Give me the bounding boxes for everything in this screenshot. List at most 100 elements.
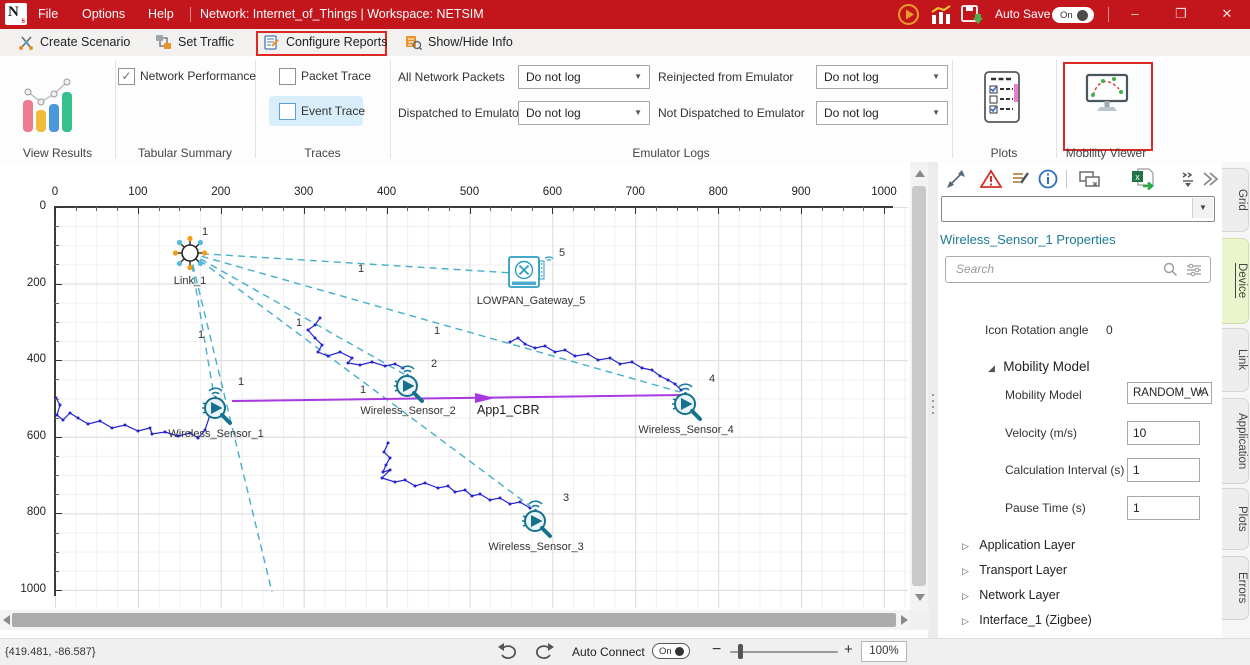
device-number: 4 <box>709 373 715 385</box>
y-axis-tick-label: 0 <box>8 200 46 212</box>
menu-help[interactable]: Help <box>148 0 174 29</box>
device-label: Wireless_Sensor_2 <box>343 405 473 417</box>
run-simulation-icon[interactable] <box>897 3 920 26</box>
zoom-in-button[interactable]: + <box>844 641 853 658</box>
log-dispatched-dropdown[interactable]: Do not log▼ <box>518 101 650 125</box>
zoom-slider-track[interactable] <box>730 651 838 653</box>
log-not-dispatched-dropdown[interactable]: Do not log▼ <box>816 101 948 125</box>
mobility-viewer-button[interactable]: Mobility Viewer <box>1056 146 1156 160</box>
mobility-trace <box>510 338 681 390</box>
search-icon[interactable] <box>1163 262 1178 277</box>
maximize-button[interactable]: ❐ <box>1168 4 1194 24</box>
minimize-button[interactable]: – <box>1122 4 1148 24</box>
mobility-viewer-icon[interactable] <box>1084 72 1130 118</box>
log-all-network-packets-dropdown[interactable]: Do not log▼ <box>518 65 650 89</box>
results-chart-icon[interactable] <box>929 5 953 25</box>
auto-save-toggle[interactable]: On <box>1052 7 1094 23</box>
menu-file[interactable]: File <box>38 0 58 29</box>
dropdown-value: Do not log <box>824 106 879 120</box>
tab-link[interactable]: Link <box>1222 328 1249 392</box>
device-Wireless_Sensor_4[interactable] <box>662 378 710 422</box>
calculation-interval-input[interactable] <box>1127 458 1200 482</box>
zoom-level[interactable]: 100% <box>861 641 907 662</box>
mobility-model-group[interactable]: ◢ Mobility Model <box>988 359 1090 374</box>
event-trace-checkbox[interactable] <box>279 103 296 120</box>
collapsed-arrow-icon: ▷ <box>962 591 969 601</box>
collapse-panel-chevron-icon[interactable] <box>1200 168 1220 190</box>
device-selector-dropdown[interactable]: ▼ <box>941 196 1215 222</box>
traces-section-label: Traces <box>255 146 390 160</box>
tab-errors[interactable]: Errors <box>1222 556 1249 620</box>
tab-grid[interactable]: Grid <box>1222 168 1249 232</box>
network-workspace-label: Network: Internet_of_Things | Workspace:… <box>200 0 484 29</box>
tab-application[interactable]: Application <box>1222 398 1249 484</box>
scroll-down-arrow[interactable] <box>915 594 925 601</box>
network-layer-section[interactable]: ▷ Network Layer <box>962 588 1060 602</box>
scroll-up-arrow[interactable] <box>915 170 925 177</box>
canvas-vertical-scrollbar[interactable] <box>910 162 928 610</box>
expand-panel-icon[interactable] <box>946 168 966 190</box>
wireless-sensor-icon <box>192 382 240 426</box>
wireless-link[interactable] <box>190 253 404 374</box>
mobility-model-dropdown[interactable]: RANDOM_WA▼ <box>1127 382 1212 404</box>
x-axis-tick-label: 1000 <box>868 186 900 198</box>
configure-reports-button[interactable]: Configure Reports <box>286 35 387 49</box>
tabular-summary-section-label: Tabular Summary <box>115 146 255 160</box>
set-traffic-button[interactable]: Set Traffic <box>178 35 234 49</box>
x-axis-tick-label: 700 <box>619 186 651 198</box>
wireless-link[interactable] <box>190 253 680 392</box>
plots-button[interactable]: Plots <box>952 146 1056 160</box>
transport-layer-section[interactable]: ▷ Transport Layer <box>962 563 1067 577</box>
close-button[interactable]: ✕ <box>1214 4 1240 24</box>
show-hide-info-button[interactable]: Show/Hide Info <box>428 35 513 49</box>
application-flow-line[interactable] <box>232 395 684 401</box>
network-performance-checkbox[interactable]: ✓ <box>118 68 135 85</box>
scroll-left-arrow[interactable] <box>3 615 10 625</box>
emulator-logs-section-label: Emulator Logs <box>390 146 952 160</box>
save-icon[interactable] <box>960 4 984 26</box>
tab-plots[interactable]: Plots <box>1222 488 1249 550</box>
excel-export-icon[interactable]: x <box>1130 168 1156 190</box>
log-reinjected-dropdown[interactable]: Do not log▼ <box>816 65 948 89</box>
log-not-dispatched-label: Not Dispatched to Emulator <box>658 106 805 120</box>
undo-icon[interactable] <box>497 642 519 662</box>
pause-time-input[interactable] <box>1127 496 1200 520</box>
create-scenario-button[interactable]: Create Scenario <box>40 35 130 49</box>
vertical-scroll-thumb[interactable] <box>912 186 926 586</box>
titlebar-divider <box>190 7 191 22</box>
panel-splitter[interactable] <box>928 162 938 638</box>
device-Wireless_Sensor_1[interactable] <box>192 382 240 426</box>
zoom-out-button[interactable]: − <box>712 641 721 659</box>
y-axis-tick-label: 200 <box>8 277 46 289</box>
horizontal-scroll-thumb[interactable] <box>12 613 896 627</box>
menu-options[interactable]: Options <box>82 0 125 29</box>
interface-zigbee-section[interactable]: ▷ Interface_1 (Zigbee) <box>962 613 1092 627</box>
auto-connect-toggle[interactable]: On <box>652 643 690 659</box>
velocity-input[interactable] <box>1127 421 1200 445</box>
network-canvas[interactable]: 11111App1_CBR 01002003004005006007008009… <box>0 162 930 610</box>
device-Wireless_Sensor_2[interactable] <box>384 360 432 404</box>
scroll-right-arrow[interactable] <box>901 615 908 625</box>
device-number: 1 <box>202 226 208 238</box>
canvas-horizontal-scrollbar[interactable] <box>0 610 910 630</box>
cascade-windows-icon[interactable] <box>1078 168 1102 190</box>
mobility-trace <box>382 443 530 508</box>
pin-panel-icon[interactable] <box>1180 168 1196 190</box>
filter-options-icon[interactable] <box>1186 262 1202 277</box>
pause-time-label: Pause Time (s) <box>1005 501 1086 515</box>
netsim-logo-icon: N s <box>5 3 27 25</box>
application-layer-section[interactable]: ▷ Application Layer <box>962 538 1075 552</box>
edit-notes-icon[interactable] <box>1010 168 1030 190</box>
link-id-label: 1 <box>358 263 364 275</box>
zoom-slider-thumb[interactable] <box>738 644 743 659</box>
packet-trace-checkbox[interactable] <box>279 68 296 85</box>
device-LOWPAN_Gateway_5[interactable] <box>507 251 555 295</box>
redo-icon[interactable] <box>533 642 555 662</box>
warning-icon[interactable] <box>980 168 1002 190</box>
tab-device[interactable]: Device <box>1222 238 1249 324</box>
info-icon[interactable] <box>1038 168 1058 190</box>
wireless-link[interactable] <box>190 253 513 273</box>
search-input[interactable] <box>954 257 1158 281</box>
view-results-button[interactable]: View Results <box>0 146 115 160</box>
device-Wireless_Sensor_3[interactable] <box>512 495 560 539</box>
